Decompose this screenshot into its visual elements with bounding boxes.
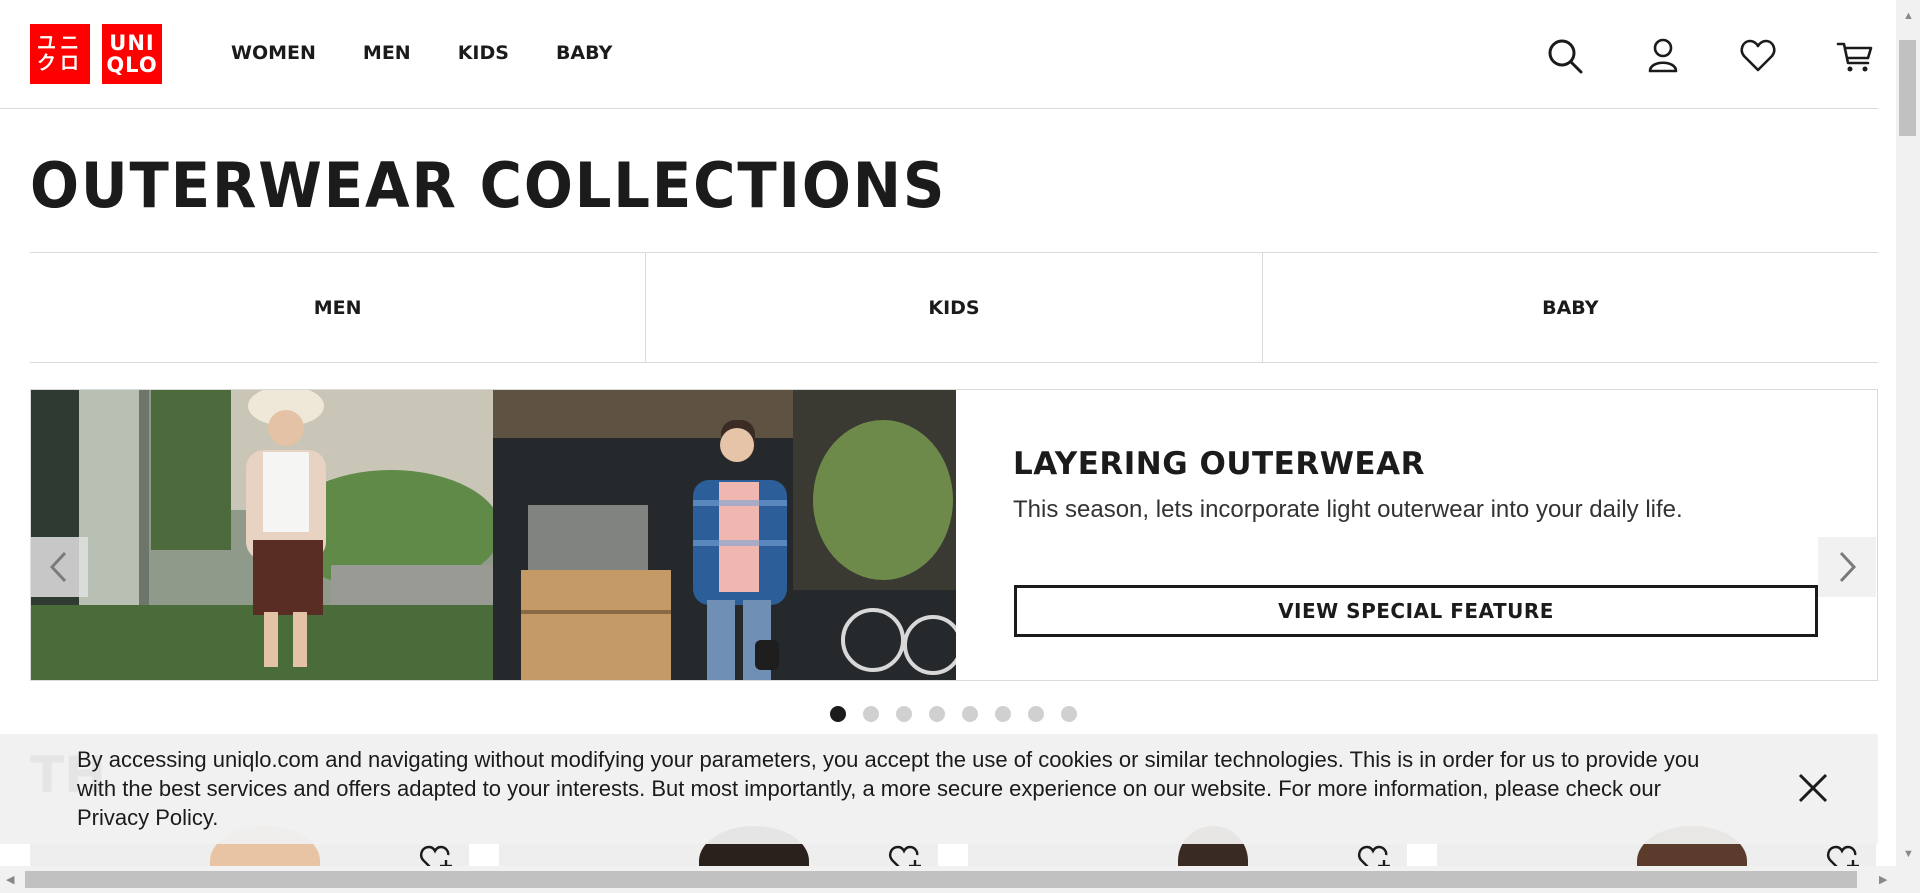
carousel-prev-button[interactable] bbox=[30, 537, 88, 597]
scroll-left-arrow-icon[interactable]: ◀ bbox=[6, 873, 14, 886]
carousel-dot[interactable] bbox=[896, 706, 912, 722]
nav-kids[interactable]: KIDS bbox=[458, 42, 509, 64]
account-icon[interactable] bbox=[1643, 36, 1683, 76]
banner-photo-woman[interactable] bbox=[31, 390, 493, 680]
header-actions bbox=[1545, 36, 1875, 76]
tab-kids[interactable]: KIDS bbox=[646, 253, 1263, 362]
add-to-wishlist-icon[interactable] bbox=[1357, 842, 1393, 866]
carousel-dots bbox=[830, 706, 1077, 722]
add-to-wishlist-icon[interactable] bbox=[419, 842, 455, 866]
horizontal-scrollbar-thumb[interactable] bbox=[25, 871, 1857, 888]
chevron-left-icon bbox=[49, 551, 67, 583]
nav-women[interactable]: WOMEN bbox=[231, 42, 316, 64]
scroll-down-arrow-icon[interactable]: ▼ bbox=[1903, 848, 1914, 860]
carousel-dot[interactable] bbox=[1061, 706, 1077, 722]
banner-photo-man[interactable] bbox=[493, 390, 956, 680]
scroll-right-arrow-icon[interactable]: ▶ bbox=[1879, 873, 1887, 886]
carousel-dot[interactable] bbox=[962, 706, 978, 722]
close-icon bbox=[1798, 773, 1828, 803]
cookie-banner: By accessing uniqlo.com and navigating w… bbox=[0, 734, 1878, 844]
vertical-scrollbar-thumb[interactable] bbox=[1899, 40, 1916, 136]
uniqlo-logo[interactable]: ユニクロ UNI QLO bbox=[30, 24, 162, 84]
feature-banner: LAYERING OUTERWEAR This season, lets inc… bbox=[30, 389, 1878, 681]
page-title: OUTERWEAR COLLECTIONS bbox=[30, 149, 947, 222]
tab-men[interactable]: MEN bbox=[30, 253, 647, 362]
page: ユニクロ UNI QLO WOMEN MEN KIDS BABY OUTERWEA… bbox=[0, 0, 1896, 866]
scroll-up-arrow-icon[interactable]: ▲ bbox=[1903, 10, 1914, 22]
cookie-message: By accessing uniqlo.com and navigating w… bbox=[77, 747, 1700, 830]
view-special-feature-button[interactable]: VIEW SPECIAL FEATURE bbox=[1014, 585, 1818, 637]
nav-baby[interactable]: BABY bbox=[556, 42, 612, 64]
carousel-next-button[interactable] bbox=[1818, 537, 1876, 597]
carousel-dot[interactable] bbox=[995, 706, 1011, 722]
logo-katakana: ユニクロ bbox=[30, 24, 90, 84]
scrollbar-corner bbox=[1896, 866, 1920, 893]
main-nav: WOMEN MEN KIDS BABY bbox=[231, 42, 659, 64]
banner-copy: LAYERING OUTERWEAR This season, lets inc… bbox=[1013, 446, 1833, 524]
add-to-wishlist-icon[interactable] bbox=[888, 842, 924, 866]
carousel-dot[interactable] bbox=[863, 706, 879, 722]
nav-men[interactable]: MEN bbox=[363, 42, 411, 64]
logo-latin: UNI QLO bbox=[102, 24, 162, 84]
cart-icon[interactable] bbox=[1835, 36, 1875, 76]
add-to-wishlist-icon[interactable] bbox=[1826, 842, 1862, 866]
wishlist-heart-icon[interactable] bbox=[1738, 36, 1778, 76]
banner-subtitle: This season, lets incorporate light oute… bbox=[1013, 496, 1683, 523]
chevron-right-icon bbox=[1839, 551, 1857, 583]
carousel-dot[interactable] bbox=[830, 706, 846, 722]
category-tabs: MEN KIDS BABY bbox=[30, 252, 1878, 363]
search-icon[interactable] bbox=[1545, 36, 1585, 76]
banner-heading: LAYERING OUTERWEAR bbox=[1013, 446, 1425, 482]
cookie-close-button[interactable] bbox=[1797, 772, 1829, 804]
tab-baby[interactable]: BABY bbox=[1263, 253, 1878, 362]
carousel-dot[interactable] bbox=[1028, 706, 1044, 722]
carousel-dot[interactable] bbox=[929, 706, 945, 722]
site-header: ユニクロ UNI QLO WOMEN MEN KIDS BABY bbox=[0, 0, 1878, 109]
